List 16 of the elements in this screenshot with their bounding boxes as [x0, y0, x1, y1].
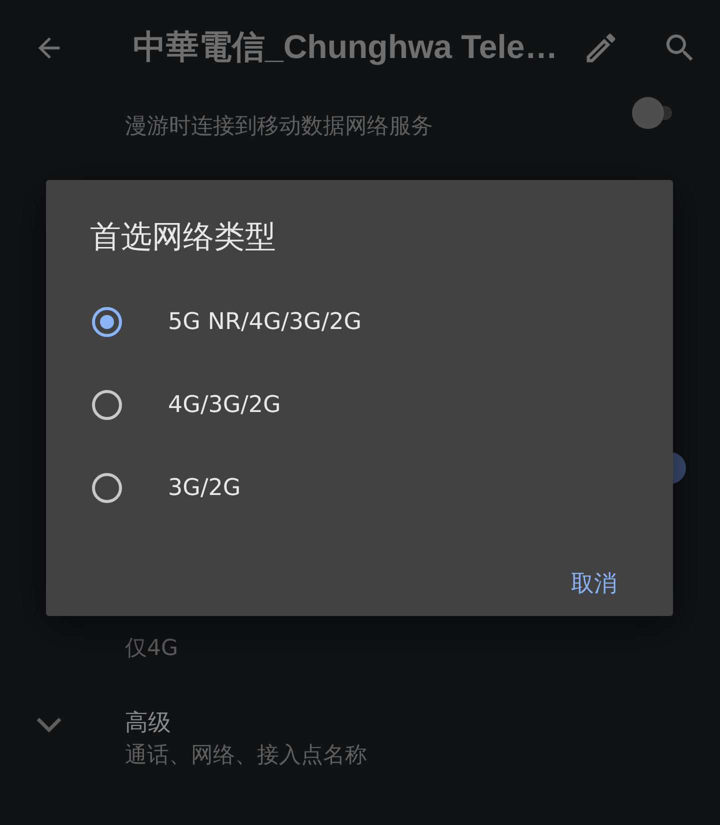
radio-option[interactable]: 4G/3G/2G — [90, 363, 281, 446]
toggle-switch[interactable] — [673, 452, 686, 484]
radio-button[interactable] — [92, 390, 122, 420]
radio-button[interactable] — [92, 472, 122, 502]
setting-summary: 通话、网络、接入点名称 — [125, 742, 367, 770]
radio-button[interactable] — [92, 306, 122, 336]
setting-summary: 仅4G — [125, 635, 178, 663]
app-bar-title: 中華電信_Chunghwa Tele… — [133, 27, 559, 67]
toggle-switch[interactable] — [632, 97, 672, 129]
dialog-title: 首选网络类型 — [90, 218, 277, 257]
radio-option[interactable]: 5G NR/4G/3G/2G — [90, 280, 362, 363]
setting-summary: 漫游时连接到移动数据网络服务 — [125, 113, 433, 141]
chevron-down-icon[interactable] — [36, 717, 62, 733]
setting-title: 高级 — [125, 709, 172, 738]
cancel-button[interactable]: 取消 — [567, 564, 621, 603]
radio-option[interactable]: 3G/2G — [90, 446, 241, 529]
